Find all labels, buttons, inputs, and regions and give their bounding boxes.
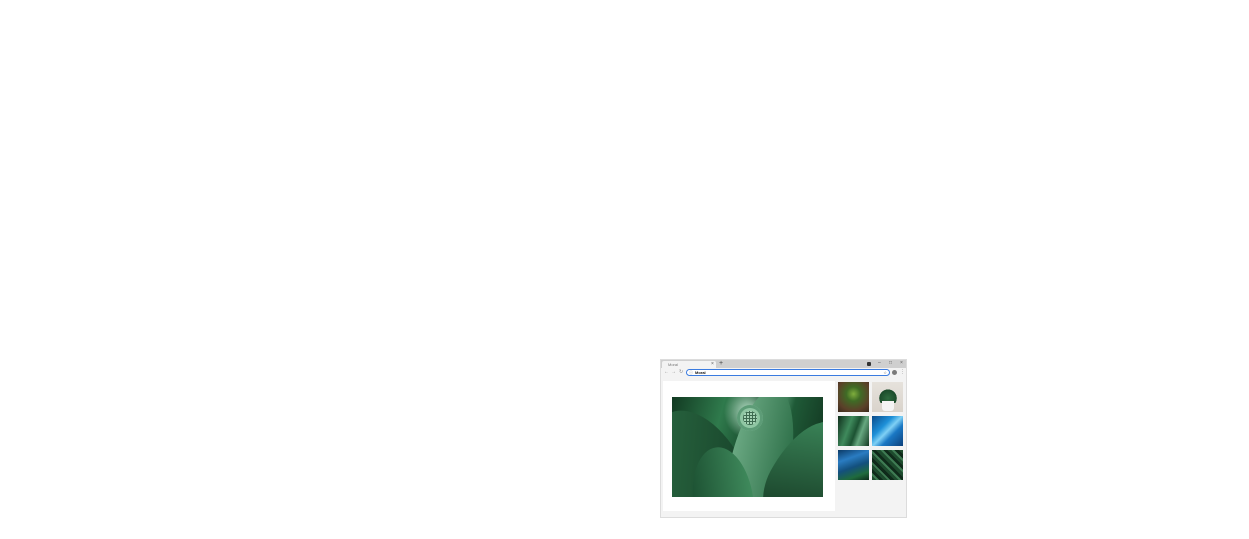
thumbnail-seedling[interactable]	[838, 382, 869, 412]
thumbnail-green-leaves[interactable]	[838, 416, 869, 446]
reload-button[interactable]: ↻	[679, 369, 683, 376]
thumbnail-grid	[838, 382, 904, 482]
address-text[interactable]: Moral	[695, 370, 706, 375]
speaker-grille	[743, 411, 757, 425]
profile-avatar[interactable]	[892, 370, 897, 375]
hero-image[interactable]	[672, 397, 823, 497]
extension-icon[interactable]	[867, 362, 871, 366]
thumbnail-potted-succulent[interactable]	[872, 382, 903, 412]
thumbnail-blue-green-foliage[interactable]	[838, 450, 869, 480]
new-tab-button[interactable]: +	[719, 360, 723, 368]
speaker-device	[737, 405, 763, 431]
pot-shape	[882, 401, 894, 411]
close-window-button[interactable]: ×	[900, 360, 903, 367]
tab-active[interactable]: Moral ×	[662, 361, 716, 368]
back-button[interactable]: ←	[664, 369, 669, 376]
browser-window: Moral × + – □ × ← → ↻ ⓘ Moral ☆ ⋮	[661, 360, 906, 517]
forward-button[interactable]: →	[671, 369, 676, 376]
maximize-button[interactable]: □	[889, 360, 892, 367]
page-viewport	[661, 377, 906, 517]
site-info-icon[interactable]: ⓘ	[689, 370, 693, 375]
minimize-button[interactable]: –	[878, 360, 881, 367]
browser-menu-icon[interactable]: ⋮	[900, 369, 905, 376]
bookmark-star-icon[interactable]: ☆	[883, 370, 887, 375]
thumbnail-dark-foliage[interactable]	[872, 450, 903, 480]
thumbnail-blue-leaves[interactable]	[872, 416, 903, 446]
tab-close-icon[interactable]: ×	[711, 361, 714, 367]
tab-title: Moral	[668, 362, 679, 367]
main-panel	[663, 381, 835, 511]
address-bar[interactable]: ⓘ Moral ☆	[686, 369, 890, 376]
tab-bar: Moral × + – □ ×	[661, 360, 906, 368]
toolbar: ← → ↻ ⓘ Moral ☆ ⋮	[661, 368, 906, 377]
